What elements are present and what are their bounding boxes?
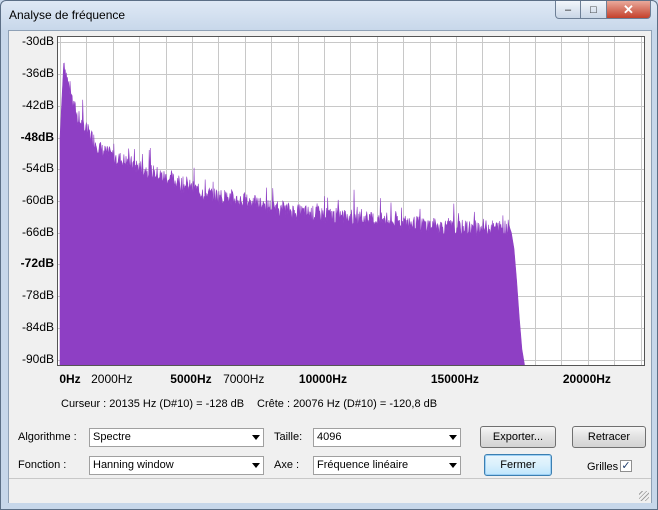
axis-select[interactable]: Fréquence linéaire	[313, 456, 461, 475]
y-tick-label: -36dB	[21, 66, 54, 81]
x-tick-label: 20000Hz	[562, 372, 611, 386]
axis-label: Axe :	[274, 459, 300, 471]
y-tick-label: -78dB	[21, 288, 54, 303]
spectrum-plot[interactable]	[57, 36, 645, 366]
window-title: Analyse de fréquence	[9, 8, 126, 22]
x-tick-label: 10000Hz	[298, 372, 347, 386]
x-tick-label: 2000Hz	[91, 372, 133, 386]
size-label: Taille:	[274, 431, 303, 443]
resize-grip[interactable]	[639, 491, 649, 501]
x-tick-label: 7000Hz	[223, 372, 265, 386]
x-tick-label: 5000Hz	[170, 372, 212, 386]
spectrum-chart	[58, 37, 644, 365]
y-tick-label: -54dB	[21, 161, 54, 176]
chevron-down-icon	[252, 463, 260, 468]
chevron-down-icon	[449, 435, 457, 440]
size-select[interactable]: 4096	[313, 428, 461, 447]
algorithm-select[interactable]: Spectre	[89, 428, 264, 447]
size-value: 4096	[317, 431, 342, 443]
window-controls: – □ ✕	[555, 1, 651, 19]
y-tick-label: -48dB	[20, 129, 54, 144]
algorithm-label: Algorithme :	[18, 431, 77, 443]
export-button[interactable]: Exporter...	[480, 426, 556, 448]
y-tick-label: -84dB	[21, 319, 54, 334]
dialog-client-area: -30dB -36dB -42dB -48dB -54dB -60dB -66dB -72dB…	[8, 30, 652, 503]
replot-button[interactable]: Retracer	[572, 426, 646, 448]
close-button[interactable]: Fermer	[484, 454, 552, 476]
y-tick-label: -42dB	[21, 97, 54, 112]
function-select[interactable]: Hanning window	[89, 456, 264, 475]
y-tick-label: -90dB	[21, 351, 54, 366]
chevron-down-icon	[252, 435, 260, 440]
function-label: Fonction :	[18, 459, 67, 471]
maximize-button[interactable]: □	[581, 1, 607, 19]
y-tick-label: -60dB	[21, 193, 54, 207]
minimize-button[interactable]: –	[555, 1, 581, 19]
y-tick-label: -30dB	[21, 34, 54, 49]
analysis-window: Analyse de fréquence – □ ✕ -30dB -36dB -42…	[0, 0, 658, 510]
grids-label: Grilles	[587, 461, 619, 473]
axis-value: Fréquence linéaire	[317, 459, 409, 471]
peak-readout: Crête : 20076 Hz (D#10) = -120,8 dB	[257, 398, 438, 410]
x-tick-label: 15000Hz	[430, 372, 479, 386]
chevron-down-icon	[449, 463, 457, 468]
function-value: Hanning window	[93, 459, 174, 471]
x-tick-label: 0Hz	[59, 372, 81, 386]
y-tick-label: -66dB	[21, 224, 54, 239]
spectrum-series	[59, 62, 525, 365]
checkmark-icon: ✓	[621, 460, 631, 472]
y-tick-label: -72dB	[20, 256, 54, 271]
close-window-button[interactable]: ✕	[607, 1, 651, 19]
grids-checkbox[interactable]: ✓	[620, 460, 632, 472]
title-bar[interactable]: Analyse de fréquence – □ ✕	[1, 1, 657, 29]
cursor-readout: Curseur : 20135 Hz (D#10) = -128 dB	[61, 398, 245, 410]
algorithm-value: Spectre	[93, 431, 131, 443]
status-bar	[9, 478, 651, 503]
